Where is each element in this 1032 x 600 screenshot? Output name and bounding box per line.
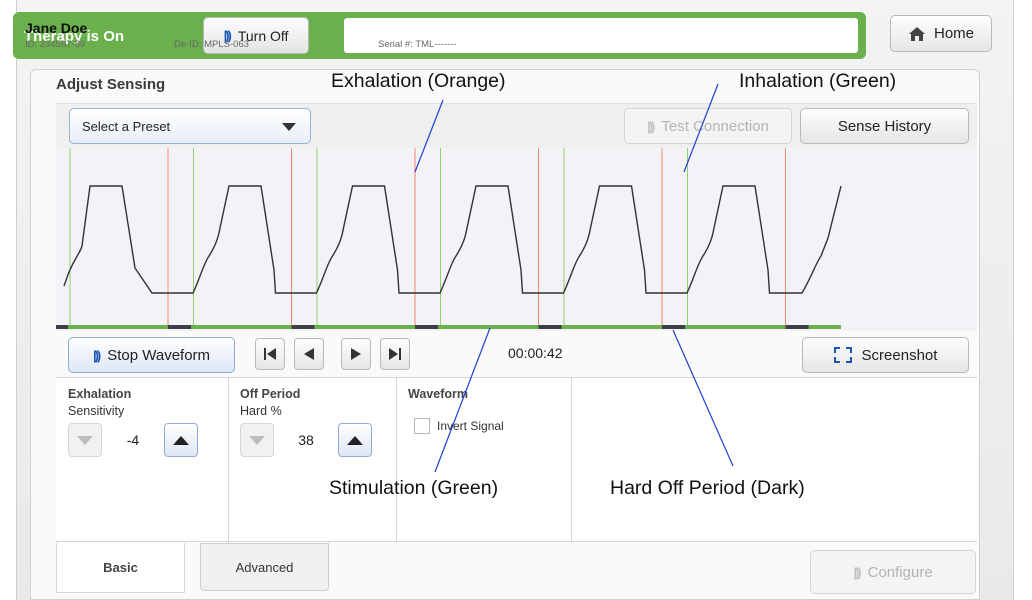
skip-to-start-button[interactable] bbox=[255, 338, 285, 370]
hard-off-segment bbox=[538, 325, 562, 329]
exhalation-decrement-button[interactable] bbox=[68, 423, 102, 457]
stimulation-callout: Stimulation (Green) bbox=[329, 477, 499, 499]
invert-signal-checkbox[interactable] bbox=[414, 418, 430, 434]
tab-advanced-label: Advanced bbox=[235, 559, 294, 575]
screenshot-button[interactable]: Screenshot bbox=[802, 337, 969, 373]
patient-de-id: De-ID: MPLS-063 bbox=[174, 39, 249, 50]
patient-serial: Serial #: TML------- bbox=[378, 39, 457, 50]
home-button[interactable]: Home bbox=[890, 15, 992, 52]
skip-forward-icon bbox=[389, 348, 401, 360]
hard-off-segment bbox=[662, 325, 685, 329]
triangle-down-icon bbox=[77, 435, 93, 445]
play-reverse-icon bbox=[304, 348, 314, 360]
off-period-decrement-button[interactable] bbox=[240, 423, 274, 457]
triangle-up-icon bbox=[173, 435, 189, 445]
screenshot-icon bbox=[833, 347, 852, 363]
skip-to-end-button[interactable] bbox=[380, 338, 410, 370]
configure-label: Configure bbox=[867, 563, 933, 581]
hard-off-segment bbox=[415, 325, 438, 329]
tab-basic-label: Basic bbox=[103, 560, 138, 575]
preset-select-value: Select a Preset bbox=[82, 118, 171, 134]
settings-area bbox=[56, 377, 977, 542]
step-back-button[interactable] bbox=[294, 338, 324, 370]
panel-title: Adjust Sensing bbox=[56, 76, 166, 93]
column-divider bbox=[571, 377, 572, 542]
exhalation-callout: Exhalation (Orange) bbox=[331, 70, 506, 92]
off-period-value: 38 bbox=[298, 432, 314, 448]
configure-button[interactable]: |)) Configure bbox=[810, 550, 976, 594]
inhalation-callout: Inhalation (Green) bbox=[739, 70, 897, 92]
exhalation-subtitle: Sensitivity bbox=[68, 404, 125, 418]
hard-off-segment bbox=[56, 325, 68, 329]
triangle-down-icon bbox=[249, 435, 265, 445]
patient-name: Jane Doe bbox=[25, 20, 88, 36]
column-divider bbox=[396, 377, 397, 542]
signal-icon: |)) bbox=[92, 347, 101, 363]
stop-waveform-label: Stop Waveform bbox=[107, 346, 211, 364]
screenshot-label: Screenshot bbox=[861, 346, 938, 364]
tab-advanced[interactable]: Advanced bbox=[200, 543, 329, 591]
test-connection-label: Test Connection bbox=[661, 117, 769, 135]
play-icon bbox=[351, 348, 361, 360]
off-period-title: Off Period bbox=[240, 387, 301, 401]
waveform-title: Waveform bbox=[408, 387, 468, 401]
signal-icon: |)) bbox=[853, 564, 861, 580]
chevron-down-icon bbox=[282, 123, 296, 131]
waveform-trace bbox=[63, 185, 842, 294]
hard-off-segment bbox=[168, 325, 191, 329]
home-icon bbox=[908, 26, 925, 41]
hard-off-segment bbox=[785, 325, 809, 329]
tab-basic[interactable]: Basic bbox=[56, 543, 185, 593]
off-period-increment-button[interactable] bbox=[338, 423, 372, 457]
exhalation-sensitivity-value: -4 bbox=[126, 432, 140, 448]
invert-signal-label: Invert Signal bbox=[437, 419, 504, 433]
hard-off-callout: Hard Off Period (Dark) bbox=[610, 477, 805, 499]
triangle-up-icon bbox=[347, 435, 363, 445]
exhalation-increment-button[interactable] bbox=[164, 423, 198, 457]
stop-waveform-button[interactable]: |)) Stop Waveform bbox=[68, 337, 235, 373]
preset-select[interactable]: Select a Preset bbox=[69, 108, 311, 144]
signal-icon: |)) bbox=[647, 118, 655, 134]
column-divider bbox=[228, 377, 229, 542]
waveform-chart bbox=[56, 148, 842, 329]
playback-timer: 00:00:42 bbox=[508, 345, 563, 361]
step-forward-button[interactable] bbox=[341, 338, 371, 370]
home-label: Home bbox=[933, 25, 974, 42]
test-connection-button[interactable]: |)) Test Connection bbox=[624, 108, 792, 144]
off-period-subtitle: Hard % bbox=[240, 404, 282, 418]
patient-id: ID: 234567-89 bbox=[25, 39, 86, 50]
exhalation-title: Exhalation bbox=[68, 387, 132, 401]
sense-history-label: Sense History bbox=[837, 117, 932, 135]
sense-history-button[interactable]: Sense History bbox=[800, 108, 969, 144]
skip-back-icon bbox=[264, 348, 276, 360]
hard-off-segment bbox=[291, 325, 315, 329]
